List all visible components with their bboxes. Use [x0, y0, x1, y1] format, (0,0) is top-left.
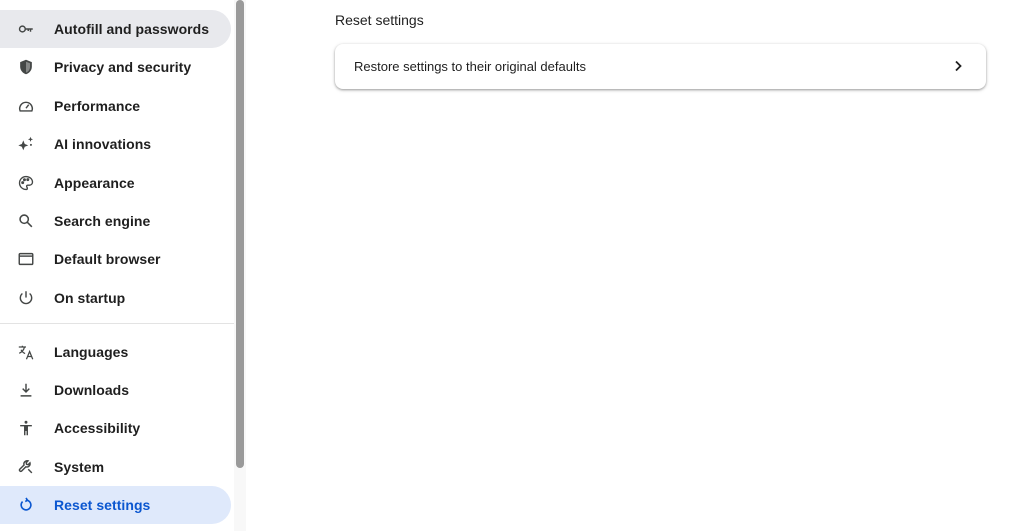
- sidebar-divider: [0, 323, 234, 324]
- shield-icon: [16, 57, 36, 77]
- browser-window-icon: [16, 249, 36, 269]
- wrench-icon: [16, 457, 36, 477]
- reset-icon: [16, 495, 36, 515]
- sidebar-item-label: Accessibility: [54, 420, 141, 436]
- sidebar-item-label: Autofill and passwords: [54, 21, 210, 37]
- sidebar-item-label: Performance: [54, 98, 141, 114]
- palette-icon: [16, 173, 36, 193]
- sidebar-item-label: Appearance: [54, 175, 135, 191]
- sidebar-item-reset-settings[interactable]: Reset settings: [0, 486, 231, 524]
- sidebar-item-label: System: [54, 459, 105, 475]
- sidebar-item-privacy-and-security[interactable]: Privacy and security: [0, 48, 231, 86]
- sidebar-item-search-engine[interactable]: Search engine: [0, 202, 231, 240]
- sidebar-item-system[interactable]: System: [0, 448, 231, 486]
- power-icon: [16, 288, 36, 308]
- settings-sidebar: Autofill and passwords Privacy and secur…: [0, 0, 234, 531]
- sidebar-item-label: On startup: [54, 290, 126, 306]
- sparkle-icon: [16, 134, 36, 154]
- sidebar-item-label: Downloads: [54, 382, 130, 398]
- restore-defaults-label: Restore settings to their original defau…: [354, 59, 586, 74]
- key-icon: [16, 19, 36, 39]
- sidebar-item-label: Search engine: [54, 213, 151, 229]
- sidebar-item-accessibility[interactable]: Accessibility: [0, 409, 231, 447]
- sidebar-item-ai-innovations[interactable]: AI innovations: [0, 125, 231, 163]
- sidebar-item-label: AI innovations: [54, 136, 152, 152]
- sidebar-item-downloads[interactable]: Downloads: [0, 371, 231, 409]
- sidebar-item-languages[interactable]: Languages: [0, 333, 231, 371]
- sidebar-item-autofill-and-passwords[interactable]: Autofill and passwords: [0, 10, 231, 48]
- sidebar-scrollbar-thumb[interactable]: [236, 0, 244, 468]
- sidebar-item-appearance[interactable]: Appearance: [0, 164, 231, 202]
- restore-defaults-row[interactable]: Restore settings to their original defau…: [335, 44, 986, 89]
- sidebar-item-performance[interactable]: Performance: [0, 87, 231, 125]
- accessibility-icon: [16, 418, 36, 438]
- sidebar-item-label: Default browser: [54, 251, 161, 267]
- sidebar-item-label: Reset settings: [54, 497, 151, 513]
- translate-icon: [16, 342, 36, 362]
- download-icon: [16, 380, 36, 400]
- speedometer-icon: [16, 96, 36, 116]
- sidebar-item-label: Languages: [54, 344, 129, 360]
- search-icon: [16, 211, 36, 231]
- sidebar-item-label: Privacy and security: [54, 59, 192, 75]
- section-title: Reset settings: [335, 12, 424, 28]
- sidebar-item-default-browser[interactable]: Default browser: [0, 240, 231, 278]
- sidebar-item-on-startup[interactable]: On startup: [0, 279, 231, 317]
- chevron-right-icon: [955, 60, 962, 72]
